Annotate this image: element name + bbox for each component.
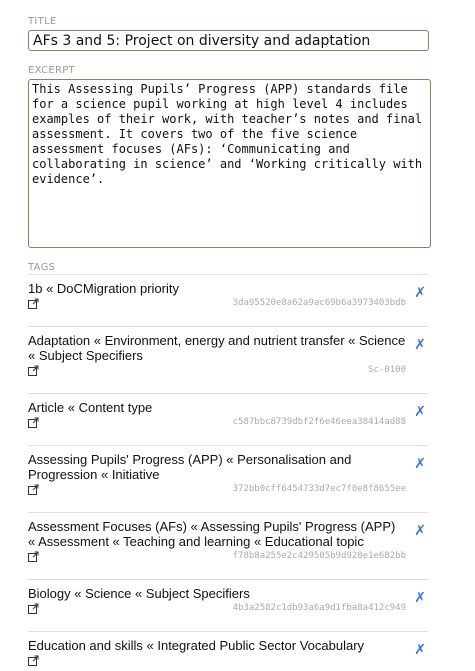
tag-row: Assessing Pupils' Progress (APP) « Perso… (28, 445, 428, 512)
external-link-icon[interactable] (28, 655, 39, 666)
title-label: TITLE (28, 16, 57, 27)
excerpt-textarea[interactable]: This Assessing Pupils’ Progress (APP) st… (28, 79, 431, 248)
tag-meta: 3da95520e8a62a9ac69b6a3973403bdb (28, 298, 428, 314)
tag-meta: c587bbc8739dbf2f6e46eea38414ad88 (28, 417, 428, 433)
tag-row: 1b « DoCMigration priority 3da95520e8a62a… (28, 274, 428, 326)
tag-id: Sc-0100 (368, 365, 406, 375)
external-link-icon[interactable] (28, 417, 39, 428)
remove-tag-button[interactable]: ✗ (414, 337, 426, 353)
remove-tag-button[interactable]: ✗ (414, 642, 426, 658)
remove-tag-button[interactable]: ✗ (414, 590, 426, 606)
external-link-icon[interactable] (28, 603, 39, 614)
remove-tag-button[interactable]: ✗ (414, 404, 426, 420)
tag-id: c587bbc8739dbf2f6e46eea38414ad88 (232, 417, 406, 427)
tag-row: Adaptation « Environment, energy and nut… (28, 326, 428, 393)
tag-meta: f78b8a255e2c429505b9d928e1e682bb (28, 551, 428, 567)
tag-meta: Sc-0100 (28, 365, 428, 381)
external-link-icon[interactable] (28, 551, 39, 562)
tags-label: TAGS (28, 262, 56, 273)
external-link-icon[interactable] (28, 365, 39, 376)
tag-meta: 372bb0cff6454733d7ec7f0e8f8655ee (28, 484, 428, 500)
remove-tag-button[interactable]: ✗ (414, 456, 426, 472)
tag-id: f78b8a255e2c429505b9d928e1e682bb (232, 551, 406, 561)
tag-meta: 4b3a2582c1db93a6a9d1fba8a412c949 (28, 603, 428, 619)
excerpt-label: EXCERPT (28, 65, 75, 76)
tag-label: Assessing Pupils' Progress (APP) « Perso… (28, 452, 352, 482)
tag-meta (28, 655, 428, 671)
tag-row: Article « Content type c587bbc8739dbf2f6e… (28, 393, 428, 445)
tag-label: Adaptation « Environment, energy and nut… (28, 333, 406, 363)
tag-label: Assessment Focuses (AFs) « Assessing Pup… (28, 519, 396, 549)
tag-row: Assessment Focuses (AFs) « Assessing Pup… (28, 512, 428, 579)
title-input[interactable] (28, 30, 429, 51)
tag-label: Article « Content type (28, 400, 153, 415)
tag-id: 3da95520e8a62a9ac69b6a3973403bdb (232, 298, 406, 308)
tag-row: Education and skills « Integrated Public… (28, 631, 428, 671)
tag-row: Biology « Science « Subject Specifiers 4b… (28, 579, 428, 631)
tag-label: 1b « DoCMigration priority (28, 281, 180, 296)
tag-id: 4b3a2582c1db93a6a9d1fba8a412c949 (232, 603, 406, 613)
remove-tag-button[interactable]: ✗ (414, 285, 426, 301)
remove-tag-button[interactable]: ✗ (414, 523, 426, 539)
external-link-icon[interactable] (28, 298, 39, 309)
tag-label: Biology « Science « Subject Specifiers (28, 586, 250, 601)
tag-id: 372bb0cff6454733d7ec7f0e8f8655ee (232, 484, 406, 494)
external-link-icon[interactable] (28, 484, 39, 495)
tag-list: 1b « DoCMigration priority 3da95520e8a62a… (28, 274, 428, 671)
